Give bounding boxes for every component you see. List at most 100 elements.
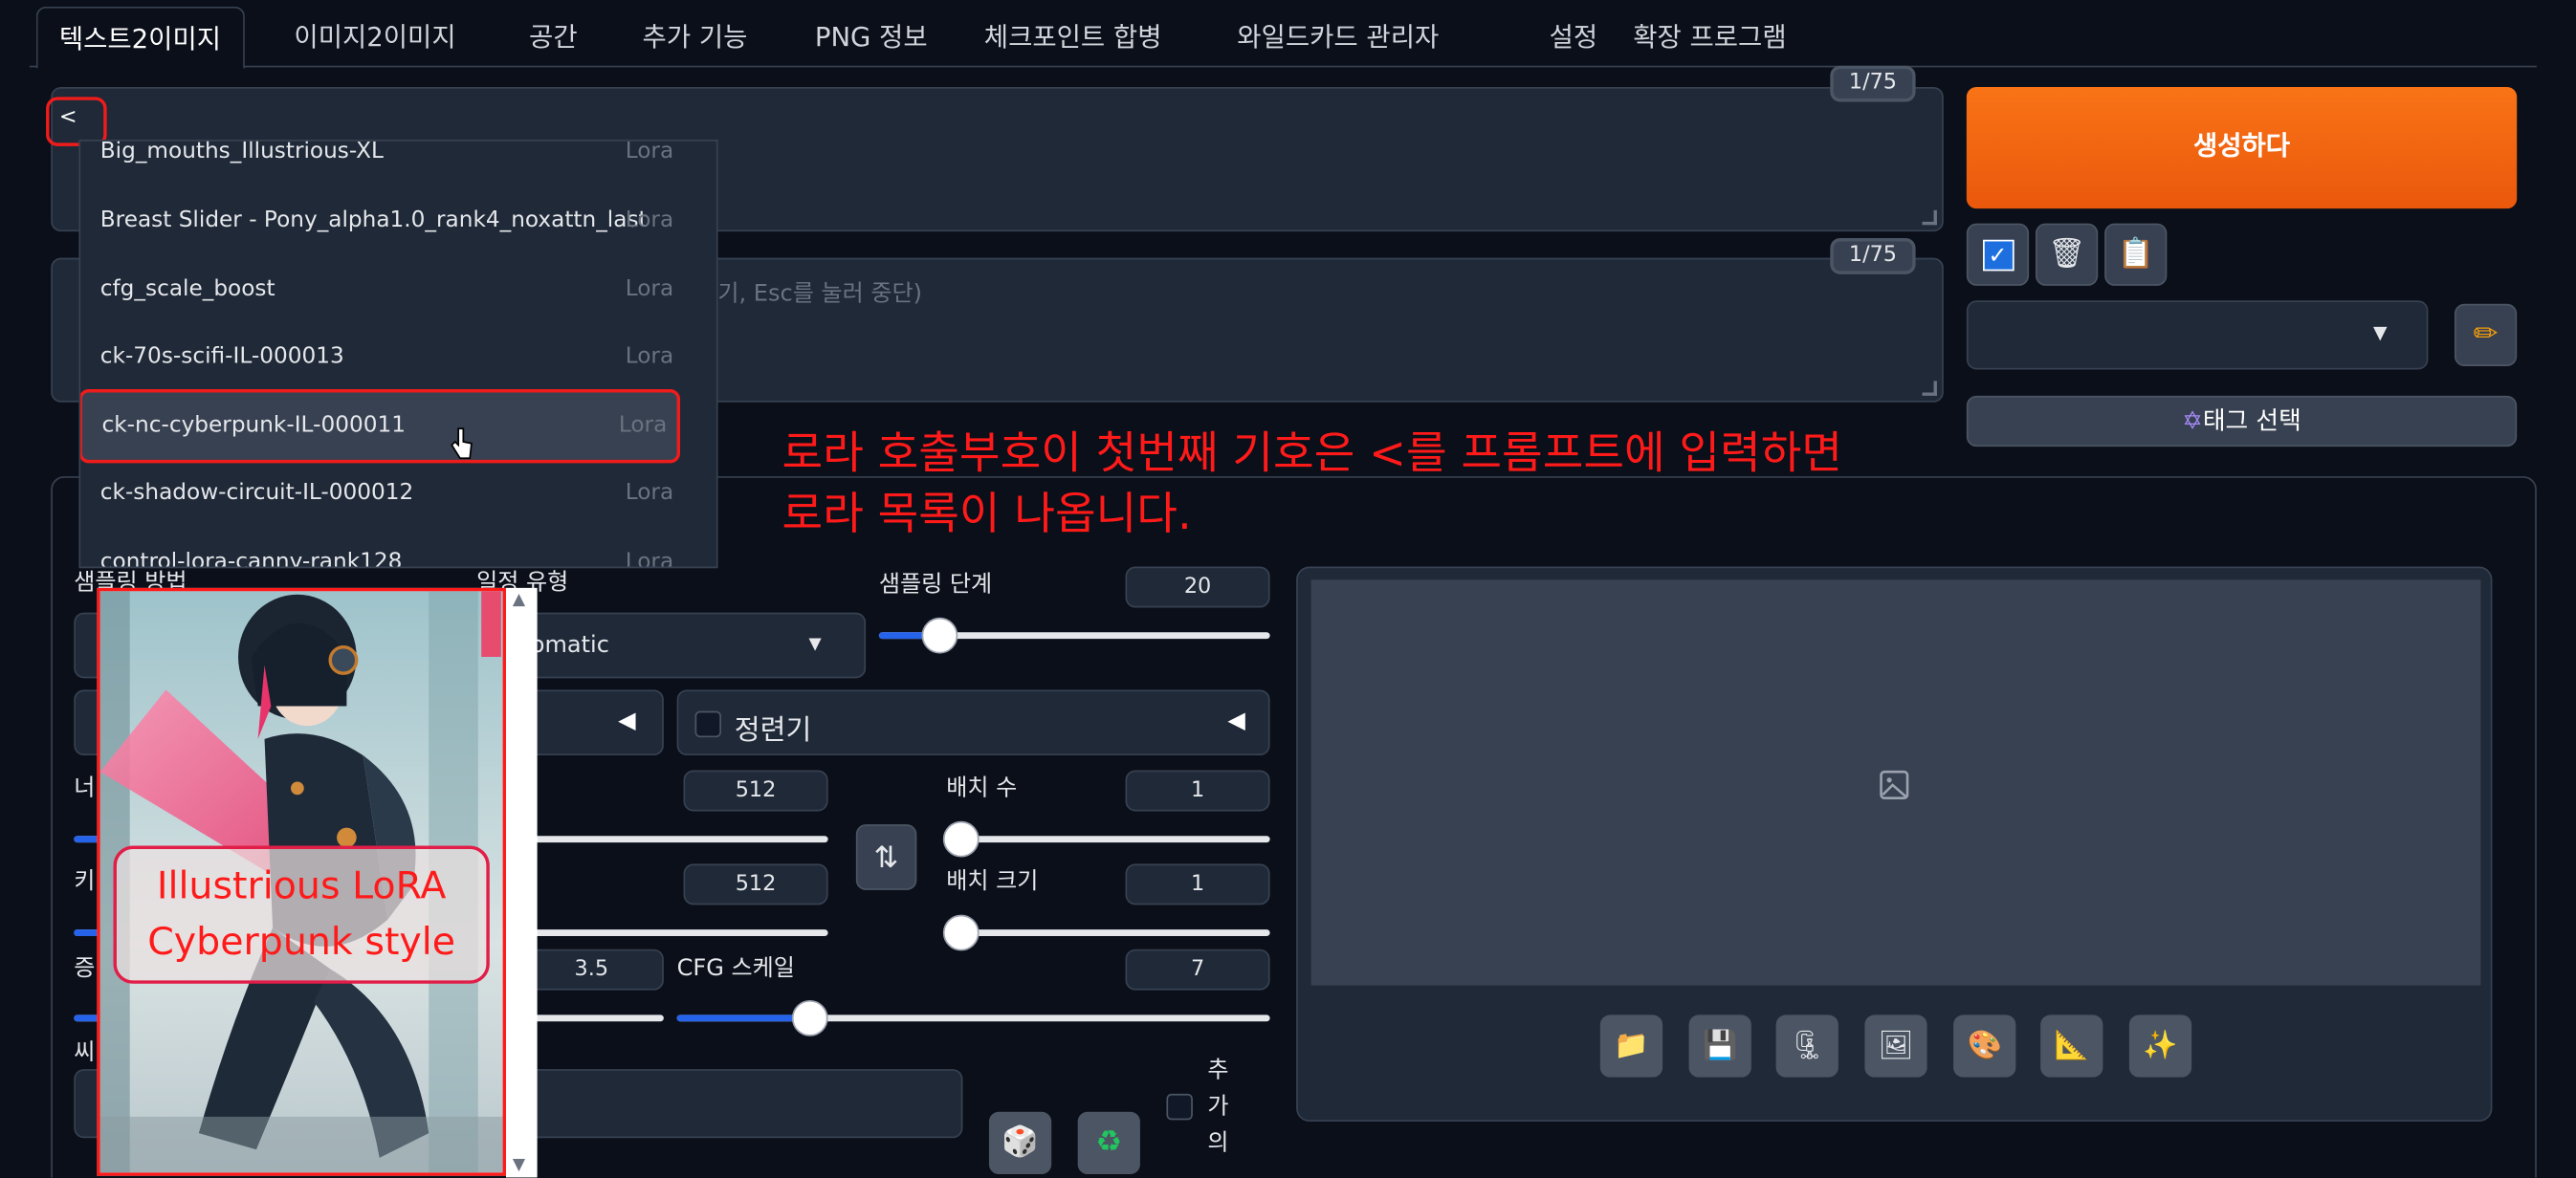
tag-select-button[interactable]: ✡태그 선택 bbox=[1966, 395, 2518, 447]
collapse-arrow-icon: ◀ bbox=[618, 708, 636, 734]
batch-count-slider[interactable] bbox=[942, 820, 1270, 858]
distilled-cfg-label: 증 bbox=[74, 955, 96, 983]
apply-styles-button[interactable]: ✓ bbox=[1966, 223, 2030, 286]
edit-styles-button[interactable]: ✏ bbox=[2454, 303, 2518, 367]
list-item[interactable]: Breast Slider - Pony_alpha1.0_rank4_noxa… bbox=[80, 187, 683, 254]
random-seed-button[interactable]: 🎲 bbox=[988, 1111, 1052, 1175]
open-folder-button[interactable]: 📁 bbox=[1599, 1014, 1663, 1078]
send-to-inpaint-button[interactable]: 🎨 bbox=[1953, 1014, 2016, 1078]
extra-seed-checkbox[interactable] bbox=[1166, 1093, 1193, 1121]
list-item-selected[interactable]: ck-nc-cyberpunk-IL-000011 Lora bbox=[80, 389, 681, 464]
slider-fill bbox=[676, 1014, 809, 1022]
tab-png-info[interactable]: PNG 정보 bbox=[794, 7, 949, 68]
tab-extras[interactable]: 추가 기능 bbox=[621, 7, 769, 68]
save-icon: 💾 bbox=[1703, 1029, 1738, 1063]
lora-preview-image: Illustrious LoRA Cyberpunk style bbox=[97, 587, 506, 1176]
list-item[interactable]: cfg_scale_boost Lora bbox=[80, 256, 683, 323]
lora-name: Big_mouths_Illustrious-XL bbox=[99, 139, 384, 164]
swap-icon: ⇅ bbox=[873, 840, 899, 876]
dice-icon: 🎲 bbox=[1002, 1124, 1039, 1160]
tab-txt2img[interactable]: 텍스트2이미지 bbox=[35, 6, 245, 70]
preview-caption: Illustrious LoRA Cyberpunk style bbox=[113, 845, 490, 984]
trash-icon: 🗑 bbox=[2047, 236, 2086, 272]
styles-dropdown[interactable]: ▼ bbox=[1966, 300, 2429, 370]
lora-type: Lora bbox=[625, 139, 674, 164]
tab-bar: 텍스트2이미지 이미지2이미지 공간 추가 기능 PNG 정보 체크포인트 합병… bbox=[29, 0, 2537, 70]
lora-type: Lora bbox=[625, 548, 674, 569]
tab-img2img[interactable]: 이미지2이미지 bbox=[273, 7, 477, 68]
preview-caption-line: Illustrious LoRA bbox=[156, 865, 447, 908]
refiner-label: 정련기 bbox=[734, 714, 812, 748]
lora-name: Breast Slider - Pony_alpha1.0_rank4_noxa… bbox=[99, 207, 648, 233]
swap-dimensions-button[interactable]: ⇅ bbox=[855, 824, 917, 890]
lora-type: Lora bbox=[625, 479, 674, 506]
cfg-scale-slider[interactable] bbox=[676, 999, 1270, 1036]
width-input[interactable]: 512 bbox=[683, 770, 828, 812]
sampling-steps-input[interactable]: 20 bbox=[1125, 566, 1270, 608]
distilled-cfg-input[interactable]: 3.5 bbox=[518, 949, 664, 991]
save-button[interactable]: 💾 bbox=[1688, 1014, 1751, 1078]
batch-size-slider[interactable] bbox=[942, 914, 1270, 951]
scroll-down-icon[interactable]: ▼ bbox=[513, 1156, 525, 1174]
seed-label: 씨 bbox=[74, 1039, 96, 1066]
preview-scrollbar[interactable]: ▲ ▼ bbox=[505, 587, 538, 1178]
reuse-seed-button[interactable]: ♻ bbox=[1077, 1111, 1140, 1175]
send-to-img2img-button[interactable]: 🖼 bbox=[1864, 1014, 1927, 1078]
slider-knob[interactable] bbox=[791, 999, 828, 1036]
extra-seed-label: 추 가 의 bbox=[1207, 1053, 1228, 1161]
hand-cursor-icon bbox=[451, 427, 473, 460]
generate-button[interactable]: 생성하다 bbox=[1966, 87, 2518, 209]
tab-wildcards[interactable]: 와일드카드 관리자 bbox=[1216, 7, 1461, 68]
folder-icon: 📁 bbox=[1614, 1029, 1649, 1063]
zip-icon: 🗜 bbox=[1789, 1029, 1825, 1063]
extra-char: 가 bbox=[1207, 1093, 1229, 1121]
height-label: 키 bbox=[74, 868, 96, 896]
scroll-up-icon[interactable]: ▲ bbox=[513, 591, 525, 609]
batch-count-label: 배치 수 bbox=[946, 774, 1018, 802]
refiner-accordion[interactable]: 정련기 ◀ bbox=[676, 689, 1270, 756]
upscale-button[interactable]: ✨ bbox=[2128, 1014, 2192, 1078]
chevron-down-icon: ▼ bbox=[808, 635, 822, 654]
slider-knob[interactable] bbox=[942, 820, 980, 858]
image-placeholder-icon bbox=[1880, 770, 1909, 799]
paste-button[interactable]: 📋 bbox=[2104, 223, 2168, 286]
tab-settings[interactable]: 설정 bbox=[1528, 7, 1618, 68]
list-item[interactable]: ck-70s-scifi-IL-000013 Lora bbox=[80, 323, 683, 390]
sampling-steps-slider[interactable] bbox=[878, 617, 1270, 654]
lora-type: Lora bbox=[625, 275, 674, 303]
cfg-scale-input[interactable]: 7 bbox=[1125, 949, 1270, 991]
tab-checkpoint-merge[interactable]: 체크포인트 합병 bbox=[962, 7, 1182, 68]
lora-name: ck-shadow-circuit-IL-000012 bbox=[99, 479, 414, 506]
pencil-icon: ✏ bbox=[2473, 316, 2499, 352]
resize-handle[interactable] bbox=[1922, 209, 1937, 226]
callout-line: 로라 목록이 나옵니다. bbox=[782, 489, 1192, 541]
list-item[interactable]: ck-shadow-circuit-IL-000012 Lora bbox=[80, 460, 683, 527]
list-item[interactable]: control-lora-canny-rank128 Lora bbox=[80, 529, 683, 569]
negative-token-counter: 1/75 bbox=[1830, 238, 1916, 274]
refiner-checkbox[interactable] bbox=[694, 710, 721, 738]
height-input[interactable]: 512 bbox=[683, 863, 828, 905]
output-image-area bbox=[1310, 579, 2481, 986]
resize-handle[interactable] bbox=[1922, 381, 1937, 396]
lora-type: Lora bbox=[625, 207, 674, 233]
tab-inpaint[interactable]: 공간 bbox=[508, 7, 599, 68]
extra-char: 추 bbox=[1207, 1058, 1229, 1084]
send-to-extras-button[interactable]: 📐 bbox=[2040, 1014, 2103, 1078]
sampling-steps-label: 샘플링 단계 bbox=[878, 571, 993, 599]
negative-placeholder: 뛰기, Esc를 눌러 중단) bbox=[696, 280, 922, 308]
prompt-token-counter: 1/75 bbox=[1830, 65, 1916, 102]
batch-count-input[interactable]: 1 bbox=[1125, 770, 1270, 812]
list-item[interactable]: Big_mouths_Illustrious-XL Lora bbox=[80, 139, 683, 185]
lora-autocomplete-list: Big_mouths_Illustrious-XL Lora Breast Sli… bbox=[78, 139, 718, 569]
extra-char: 의 bbox=[1207, 1129, 1229, 1157]
zip-button[interactable]: 🗜 bbox=[1775, 1014, 1838, 1078]
clear-prompt-button[interactable]: 🗑 bbox=[2035, 223, 2099, 286]
slider-knob[interactable] bbox=[942, 914, 980, 951]
batch-size-input[interactable]: 1 bbox=[1125, 863, 1270, 905]
annotation-callout: 로라 호출부호이 첫번째 기호은 <를 프롬프트에 입력하면 로라 목록이 나옵… bbox=[782, 424, 1843, 545]
check-icon: ✓ bbox=[1982, 239, 2014, 272]
tab-extensions[interactable]: 확장 프로그램 bbox=[1612, 7, 1808, 68]
width-label: 너 bbox=[74, 774, 96, 802]
slider-knob[interactable] bbox=[921, 617, 958, 654]
lora-name: control-lora-canny-rank128 bbox=[99, 548, 403, 569]
